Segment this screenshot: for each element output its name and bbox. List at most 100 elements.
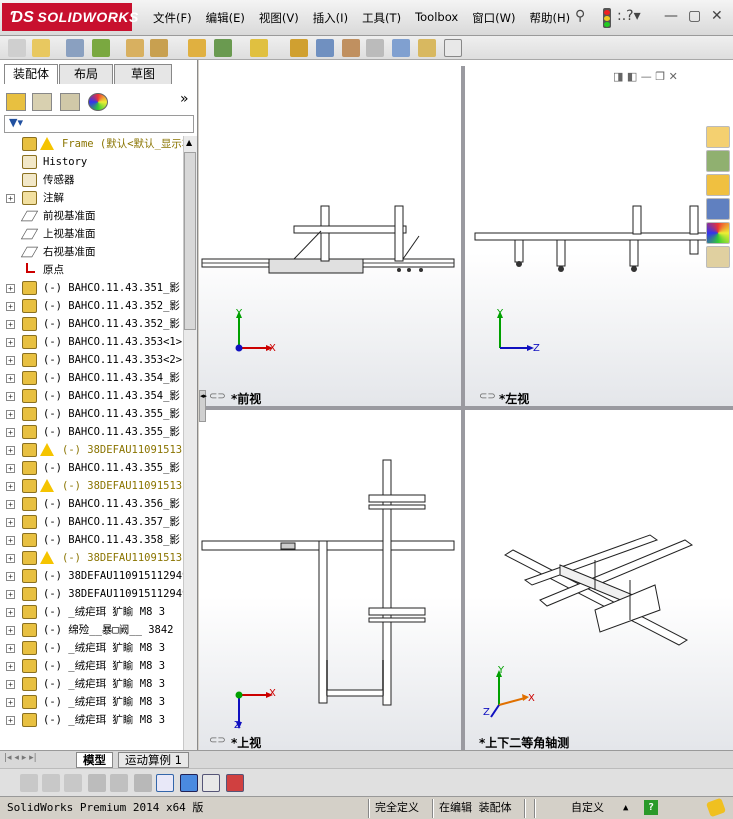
help-search-icon[interactable]: :.?▾ <box>617 8 641 28</box>
compare-icon[interactable] <box>134 774 152 792</box>
expand-toggle-icon[interactable]: + <box>6 446 15 455</box>
viewport-top[interactable]: X Z ⊂⊃ *上视 <box>199 410 461 750</box>
new-icon[interactable] <box>8 39 26 57</box>
viewport-front[interactable]: Y X ⊂⊃ *前视 <box>199 66 461 406</box>
tree-item[interactable]: + (-) 38DEFAU110915131 <box>0 477 184 495</box>
tree-item[interactable]: + (-) 38DEFAU110915131 <box>0 549 184 567</box>
expand-toggle-icon[interactable]: + <box>6 716 15 725</box>
tree-item[interactable]: 上视基准面 <box>0 225 184 243</box>
graphics-area[interactable]: ⌕ ✎ ୫∞ <box>199 60 733 750</box>
expand-toggle-icon[interactable]: + <box>6 482 15 491</box>
expand-toggle-icon[interactable]: + <box>6 608 15 617</box>
tree-item[interactable]: + (-) BAHCO.11.43.352_影 <box>0 315 184 333</box>
tab-scroll-icon[interactable]: |◂ ◂ ▸ ▸| <box>4 753 37 763</box>
gear-icon[interactable] <box>290 39 308 57</box>
expand-toggle-icon[interactable]: + <box>6 554 15 563</box>
custom-properties-icon[interactable] <box>706 246 730 268</box>
menu-tools[interactable]: 工具(T) <box>355 8 408 28</box>
open-icon[interactable] <box>32 39 50 57</box>
display-manager-icon[interactable] <box>88 93 108 111</box>
property-manager-icon[interactable] <box>32 93 52 111</box>
save-view-icon[interactable] <box>226 774 244 792</box>
options-icon[interactable] <box>214 39 232 57</box>
tree-item[interactable]: + (-) BAHCO.11.43.356_影 <box>0 495 184 513</box>
help-icon[interactable]: ? <box>644 800 658 815</box>
configuration-manager-icon[interactable] <box>60 93 80 111</box>
tree-item[interactable]: + (-) 38DEFAU110915112949 <box>0 585 184 603</box>
menu-help[interactable]: 帮助(H) <box>523 8 578 28</box>
tree-item[interactable]: + (-) BAHCO.11.43.353<1> <box>0 333 184 351</box>
expand-toggle-icon[interactable]: + <box>6 680 15 689</box>
tab-model[interactable]: 模型 <box>76 752 113 768</box>
tree-item[interactable]: + (-) BAHCO.11.43.351_影 <box>0 279 184 297</box>
tree-item[interactable]: + (-) BAHCO.11.43.358_影 <box>0 531 184 549</box>
link-view-icon[interactable]: ⊂⊃ <box>479 391 496 402</box>
expand-toggle-icon[interactable]: + <box>6 410 15 419</box>
lines-icon[interactable] <box>88 774 106 792</box>
expand-toggle-icon[interactable]: + <box>6 500 15 509</box>
expand-toggle-icon[interactable]: + <box>6 698 15 707</box>
shaded-icon[interactable] <box>180 774 198 792</box>
curvature-icon[interactable] <box>64 774 82 792</box>
expand-toggle-icon[interactable]: + <box>6 302 15 311</box>
menu-edit[interactable]: 编辑(E) <box>199 8 252 28</box>
wireframe-icon[interactable] <box>42 774 60 792</box>
shaded-edges-icon[interactable] <box>156 774 174 792</box>
design-library-icon[interactable] <box>706 150 730 172</box>
viewport-isometric[interactable]: Y X Z *上下二等角轴测 <box>465 410 733 750</box>
view-palette-icon[interactable] <box>706 198 730 220</box>
tree-item[interactable]: + (-) BAHCO.11.43.355_影 <box>0 459 184 477</box>
viewport-left[interactable]: Y Z ⊂⊃ *左视 ◨ ◧ — ❐ ✕ <box>465 66 733 406</box>
smart-fastener-icon[interactable] <box>250 39 268 57</box>
status-units[interactable]: 自定义 <box>568 800 607 817</box>
tab-assembly[interactable]: 装配体 <box>4 64 59 84</box>
tree-item[interactable]: + (-) BAHCO.11.43.355_影 <box>0 423 184 441</box>
menu-toolbox[interactable]: Toolbox <box>408 8 465 28</box>
tree-item[interactable]: + (-) BAHCO.11.43.355_影 <box>0 405 184 423</box>
expand-toggle-icon[interactable]: + <box>6 338 15 347</box>
expand-toggle-icon[interactable]: + <box>6 392 15 401</box>
pin-tool-icon[interactable] <box>66 39 84 57</box>
expand-toggle-icon[interactable]: + <box>6 374 15 383</box>
snapshot-icon[interactable] <box>444 39 462 57</box>
tree-item[interactable]: + (-) _绒疟珥 犷睮 M8 3 <box>0 657 184 675</box>
expand-toggle-icon[interactable]: + <box>6 194 15 203</box>
link-view-icon[interactable]: ⊂⊃ <box>209 735 226 746</box>
expand-toggle-icon[interactable]: + <box>6 518 15 527</box>
panel-collapse-grip[interactable]: ◂▸ <box>199 390 207 422</box>
tree-item[interactable]: + (-) _绒疟珥 犷睮 M8 3 <box>0 711 184 729</box>
explode-icon[interactable] <box>316 39 334 57</box>
expand-panel-icon[interactable]: » <box>180 91 189 107</box>
mate-icon[interactable] <box>150 39 168 57</box>
tree-item[interactable]: + 注解 <box>0 189 184 207</box>
tag-icon[interactable] <box>705 797 727 818</box>
menu-window[interactable]: 窗口(W) <box>465 8 522 28</box>
expand-toggle-icon[interactable]: + <box>6 572 15 581</box>
home-icon[interactable] <box>706 126 730 148</box>
close-icon[interactable]: ✕ <box>711 8 723 28</box>
bom-icon[interactable] <box>418 39 436 57</box>
tree-item[interactable]: + (-) BAHCO.11.43.357_影 <box>0 513 184 531</box>
expand-toggle-icon[interactable]: + <box>6 356 15 365</box>
insert-component-icon[interactable] <box>126 39 144 57</box>
interference-icon[interactable] <box>392 39 410 57</box>
expand-toggle-icon[interactable]: + <box>6 626 15 635</box>
tree-item[interactable]: + (-) 38DEFAU110915131 <box>0 441 184 459</box>
tree-item[interactable]: + (-) _绒疟珥 犷睮 M8 3 <box>0 639 184 657</box>
tree-item[interactable]: + (-) _绒疟珥 犷睮 M8 3 <box>0 693 184 711</box>
tree-item[interactable]: 传感器 <box>0 171 184 189</box>
appearances-icon[interactable] <box>706 222 730 244</box>
file-explorer-icon[interactable] <box>706 174 730 196</box>
assembly-tool-icon[interactable] <box>92 39 110 57</box>
tree-item[interactable]: 右视基准面 <box>0 243 184 261</box>
tree-item[interactable]: 前视基准面 <box>0 207 184 225</box>
menu-insert[interactable]: 插入(I) <box>306 8 355 28</box>
table-icon[interactable] <box>202 774 220 792</box>
tree-item[interactable]: + (-) BAHCO.11.43.354_影 <box>0 387 184 405</box>
tree-item[interactable]: + (-) 38DEFAU110915112949 <box>0 567 184 585</box>
pin-icon[interactable]: ⚲ <box>575 8 585 28</box>
expand-toggle-icon[interactable]: + <box>6 284 15 293</box>
hidden-lines-icon[interactable] <box>20 774 38 792</box>
link-view-icon[interactable]: ⊂⊃ <box>209 391 226 402</box>
menu-file[interactable]: 文件(F) <box>146 8 199 28</box>
